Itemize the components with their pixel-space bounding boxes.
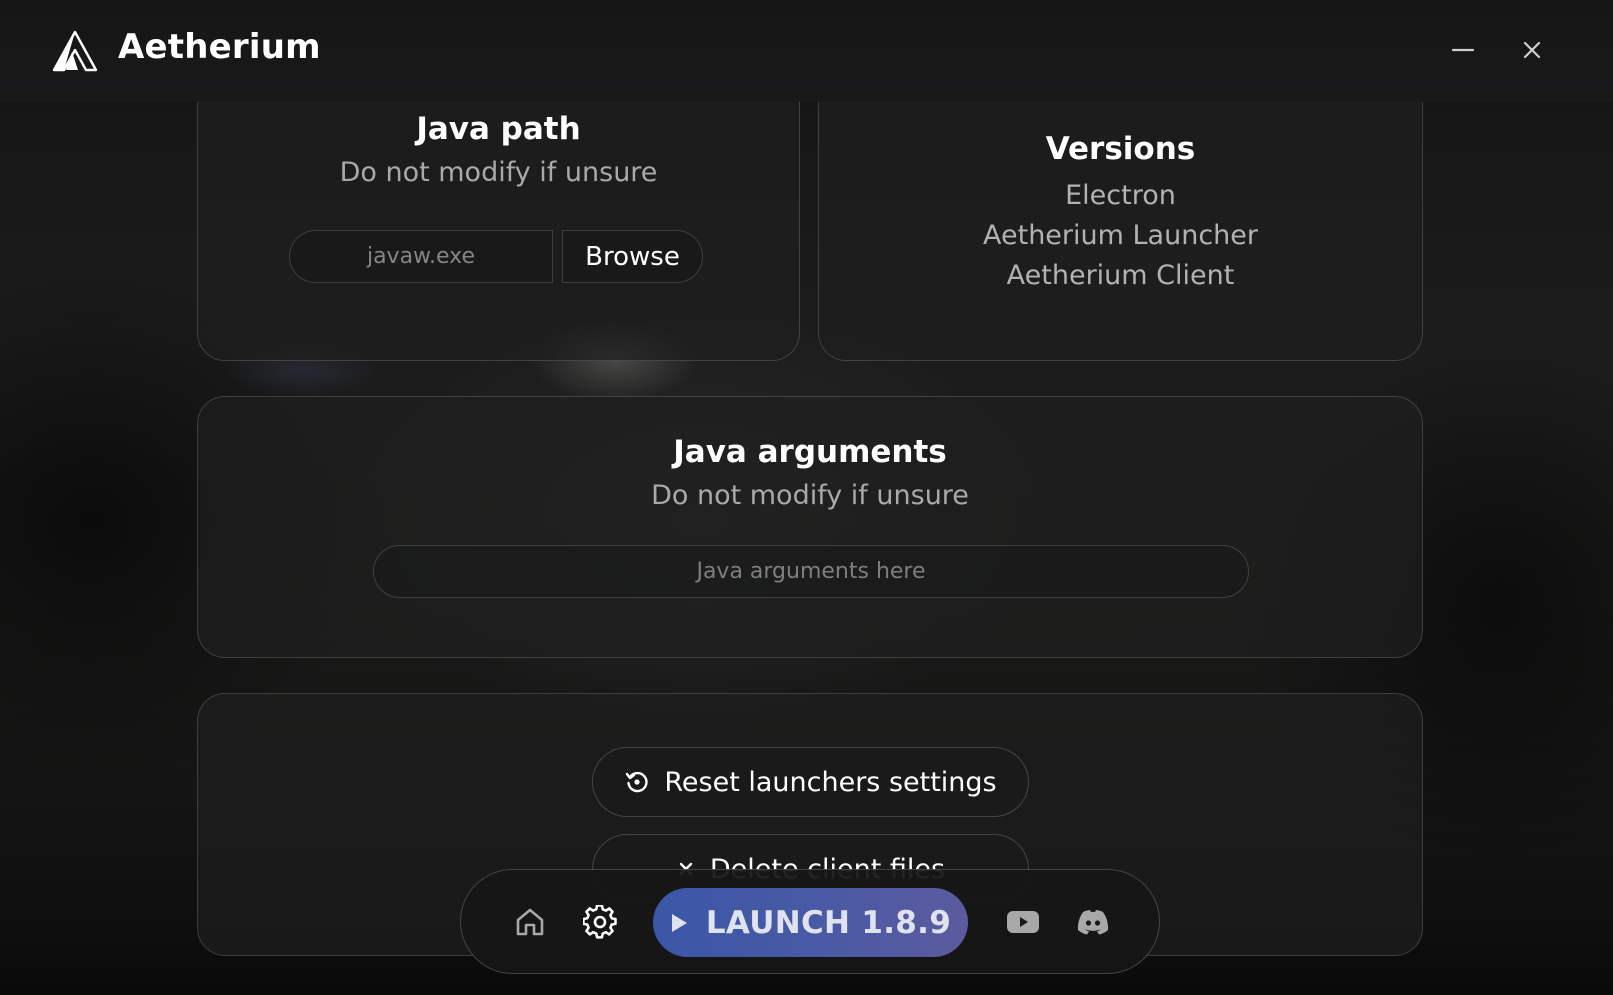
title-bar[interactable]: Aetherium xyxy=(0,0,1613,102)
discord-icon xyxy=(1077,910,1109,935)
java-arguments-subtitle: Do not modify if unsure xyxy=(651,480,969,511)
play-icon xyxy=(671,913,687,932)
versions-title: Versions xyxy=(1045,131,1196,167)
launch-button[interactable]: LAUNCH 1.8.9 xyxy=(653,888,968,957)
versions-list: Electron Aetherium Launcher Aetherium Cl… xyxy=(819,176,1422,296)
reset-settings-button[interactable]: Reset launchers settings xyxy=(592,747,1029,817)
java-arguments-input[interactable] xyxy=(373,545,1249,598)
youtube-button[interactable] xyxy=(1001,900,1045,944)
version-item-client: Aetherium Client xyxy=(1006,260,1235,291)
gear-icon xyxy=(583,905,617,939)
version-item-electron: Electron xyxy=(1065,180,1176,211)
bottom-dock: LAUNCH 1.8.9 xyxy=(460,869,1160,974)
java-arguments-card: Java arguments Do not modify if unsure xyxy=(197,396,1423,658)
close-icon xyxy=(1523,41,1541,59)
aetherium-logo-icon xyxy=(52,30,98,72)
home-button[interactable] xyxy=(508,900,552,944)
java-path-title: Java path xyxy=(416,111,581,147)
java-path-input[interactable] xyxy=(289,230,553,283)
launch-label: LAUNCH 1.8.9 xyxy=(705,904,952,941)
reset-settings-label: Reset launchers settings xyxy=(664,766,997,798)
java-path-card: Java path Do not modify if unsure Browse xyxy=(197,60,800,361)
app-title: Aetherium xyxy=(118,27,321,67)
youtube-icon xyxy=(1007,911,1039,933)
minimize-icon xyxy=(1451,48,1475,52)
browse-button[interactable]: Browse xyxy=(562,230,703,283)
settings-button[interactable] xyxy=(578,900,622,944)
versions-card: Versions Electron Aetherium Launcher Aet… xyxy=(818,60,1423,361)
reset-icon xyxy=(626,771,648,793)
java-arguments-title: Java arguments xyxy=(673,434,947,470)
home-icon xyxy=(516,908,544,936)
discord-button[interactable] xyxy=(1071,900,1115,944)
java-path-subtitle: Do not modify if unsure xyxy=(339,157,658,188)
version-item-launcher: Aetherium Launcher xyxy=(983,220,1258,251)
launcher-window: Aetherium Java path Do not modify if uns… xyxy=(0,0,1613,995)
minimize-button[interactable] xyxy=(1445,32,1481,68)
close-button[interactable] xyxy=(1514,32,1550,68)
